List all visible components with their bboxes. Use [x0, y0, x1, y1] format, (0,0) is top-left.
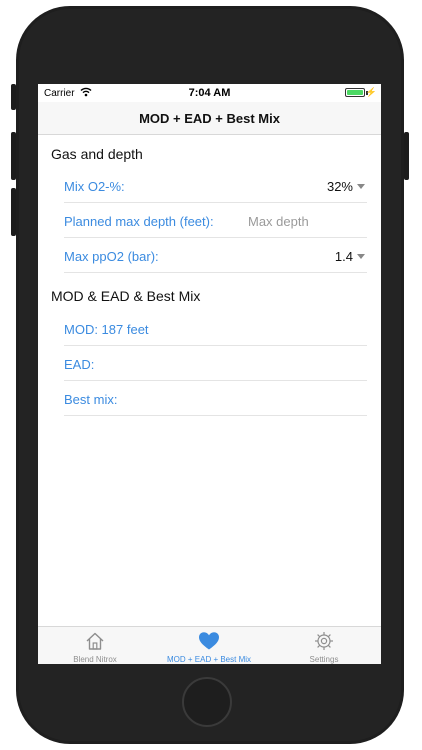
chevron-down-icon[interactable] [357, 254, 365, 259]
row-max-ppo2[interactable]: Max ppO2 (bar): 1.4 [64, 239, 367, 273]
navigation-bar: MOD + EAD + Best Mix [38, 102, 381, 135]
section-header-results: MOD & EAD & Best Mix [51, 288, 201, 304]
gear-icon [315, 632, 333, 650]
tab-bar: Blend Nitrox MOD + EAD + Best Mix Settin… [38, 626, 381, 664]
mix-o2-label: Mix O2-%: [64, 179, 125, 194]
max-ppo2-label: Max ppO2 (bar): [64, 249, 159, 264]
status-bar: Carrier 7:04 AM ⚡ [38, 84, 381, 102]
best-mix-result-label: Best mix: [64, 392, 118, 407]
tab-settings[interactable]: Settings [267, 627, 381, 664]
status-time: 7:04 AM [188, 87, 231, 99]
charging-bolt-icon: ⚡ [365, 87, 377, 97]
max-depth-label: Planned max depth (feet): [64, 214, 214, 229]
row-mix-o2[interactable]: Mix O2-%: 32% [64, 169, 367, 203]
tab-mod-ead-best-mix[interactable]: MOD + EAD + Best Mix [152, 627, 266, 664]
tab-label: Blend Nitrox [73, 655, 117, 664]
row-mod-result: MOD: 187 feet [64, 312, 367, 346]
house-icon [86, 632, 104, 650]
row-max-depth: Planned max depth (feet): [64, 204, 367, 238]
heart-icon [199, 632, 219, 650]
app-screen: Carrier 7:04 AM ⚡ MOD + EAD + Best Mix G… [38, 84, 381, 664]
row-best-mix-result: Best mix: [64, 382, 367, 416]
tab-label: Settings [309, 655, 339, 664]
tab-blend-nitrox[interactable]: Blend Nitrox [38, 627, 152, 664]
mod-result-label: MOD: 187 feet [64, 322, 149, 337]
mix-o2-value[interactable]: 32% [327, 179, 353, 194]
home-button[interactable] [182, 677, 232, 727]
device-frame: Carrier 7:04 AM ⚡ MOD + EAD + Best Mix G… [0, 0, 422, 750]
chevron-down-icon[interactable] [357, 184, 365, 189]
power-button [404, 132, 409, 180]
page-title: MOD + EAD + Best Mix [139, 111, 280, 126]
tab-label: MOD + EAD + Best Mix [166, 655, 252, 664]
max-ppo2-value[interactable]: 1.4 [335, 249, 353, 264]
battery-icon [345, 88, 365, 97]
section-header-gas-depth: Gas and depth [51, 146, 143, 162]
ead-result-label: EAD: [64, 357, 95, 372]
max-depth-input[interactable] [248, 210, 358, 232]
row-ead-result: EAD: [64, 347, 367, 381]
